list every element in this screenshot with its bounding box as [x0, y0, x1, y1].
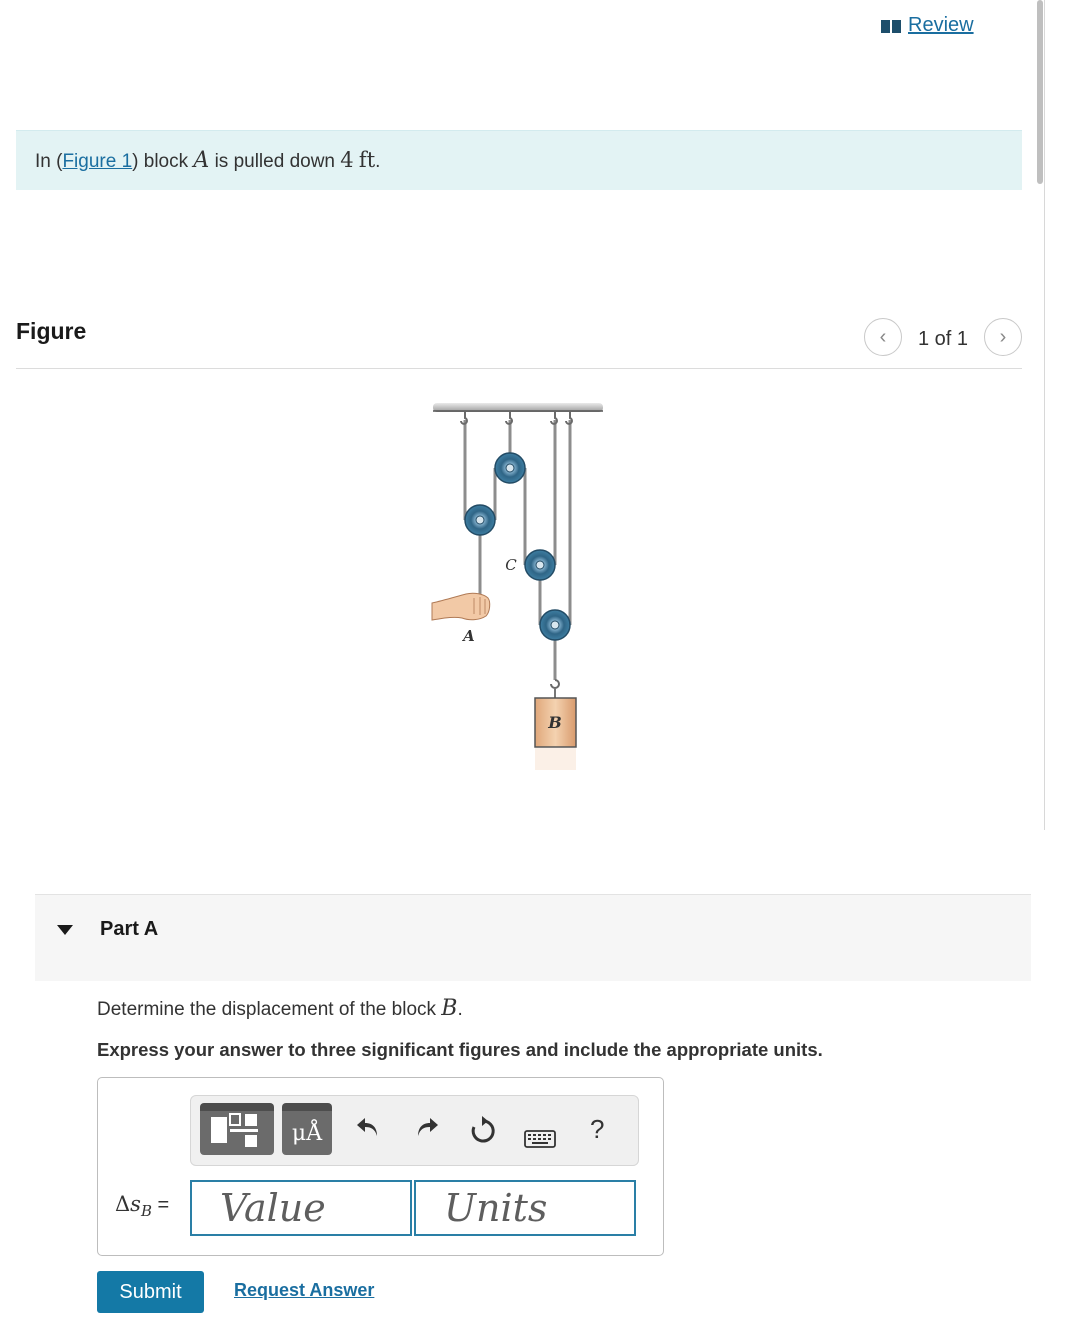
templates-button[interactable]: [200, 1103, 274, 1155]
chevron-right-icon: ›: [999, 325, 1007, 348]
next-figure-button[interactable]: ›: [984, 318, 1022, 356]
figure-divider: [16, 368, 1022, 369]
help-button[interactable]: ?: [590, 1114, 604, 1145]
answer-instruction: Express your answer to three significant…: [97, 1039, 823, 1060]
question-end: .: [457, 999, 463, 1020]
pulley-c: [524, 549, 556, 581]
review-link[interactable]: Review: [880, 14, 974, 37]
request-answer-link[interactable]: Request Answer: [234, 1280, 374, 1301]
input-label: ΔsB =: [115, 1192, 169, 1220]
intro-mid: ) block: [132, 151, 194, 172]
intro-prefix: In (: [35, 151, 63, 172]
units-button[interactable]: μÅ: [282, 1103, 332, 1155]
question-prefix: Determine the displacement of the block: [97, 999, 442, 1020]
ceiling-support: [433, 403, 603, 412]
distance-value: 4: [340, 148, 354, 172]
pulley-b: [539, 609, 571, 641]
templates-icon: [211, 1113, 258, 1147]
redo-icon: [418, 1118, 438, 1136]
label-c: C: [505, 556, 517, 574]
block-a-var: A: [193, 148, 210, 173]
problem-intro: In (Figure 1) block A is pulled down 4 f…: [16, 130, 1022, 190]
label-a: A: [461, 627, 475, 645]
units-field[interactable]: [414, 1180, 636, 1236]
equals-sign: =: [151, 1194, 170, 1216]
units-input[interactable]: [442, 1185, 634, 1231]
delta-symbol: Δ: [115, 1192, 131, 1216]
figure-link[interactable]: Figure 1: [62, 151, 132, 172]
part-a-header[interactable]: [35, 894, 1031, 981]
undo-icon: [357, 1118, 377, 1136]
s-subscript: B: [140, 1202, 152, 1220]
block-b: [534, 697, 577, 770]
submit-button[interactable]: Submit: [97, 1271, 204, 1313]
pulley-top: [494, 452, 526, 484]
hand-icon: [431, 592, 491, 621]
label-b: B: [547, 713, 562, 732]
undo-button[interactable]: [355, 1114, 381, 1147]
caret-down-icon[interactable]: [57, 925, 73, 935]
reset-button[interactable]: [468, 1116, 498, 1153]
figure-pager: 1 of 1: [918, 328, 969, 350]
keyboard-button[interactable]: [524, 1124, 556, 1156]
figure-title: Figure: [16, 318, 87, 344]
intro-end: .: [375, 151, 381, 172]
part-a-title: Part A: [100, 918, 159, 940]
pulley-system-figure: A B C: [431, 403, 603, 770]
s-var: s: [130, 1192, 141, 1216]
value-field[interactable]: [190, 1180, 412, 1236]
distance-unit: ft: [358, 148, 376, 172]
keyboard-icon: [524, 1130, 556, 1148]
reset-icon: [471, 1116, 495, 1143]
value-input[interactable]: [218, 1185, 410, 1231]
question-text: Determine the displacement of the block …: [97, 996, 463, 1021]
units-button-label: μÅ: [291, 1120, 323, 1146]
block-b-var: B: [441, 996, 458, 1021]
previous-figure-button[interactable]: ‹: [864, 318, 902, 356]
book-icon: [881, 19, 901, 33]
pulley-a: [464, 504, 496, 536]
review-label: Review: [908, 14, 974, 36]
chevron-left-icon: ‹: [879, 325, 887, 348]
scrollbar-thumb[interactable]: [1037, 0, 1043, 184]
redo-button[interactable]: [414, 1114, 440, 1147]
intro-middle: is pulled down: [209, 151, 341, 172]
